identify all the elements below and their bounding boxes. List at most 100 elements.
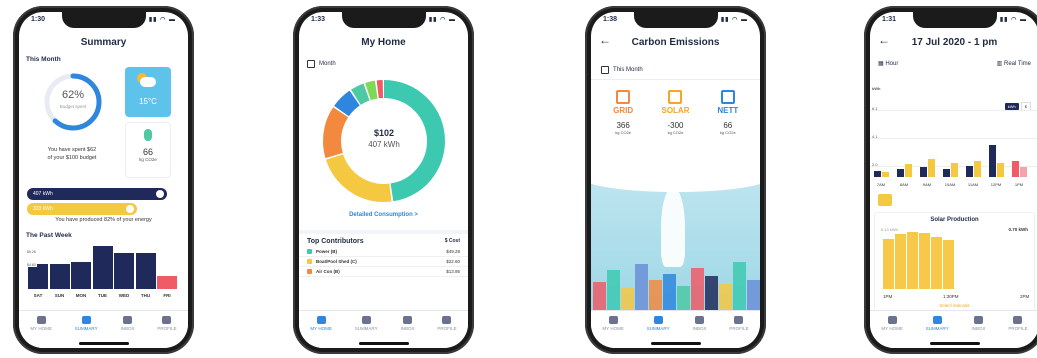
- usage-bar[interactable]: [920, 167, 927, 177]
- solar-icon: [668, 90, 683, 104]
- week-bar[interactable]: [135, 253, 156, 289]
- select-intervals[interactable]: Select intervals: [875, 303, 1034, 308]
- unit-toggle[interactable]: kWh $: [1004, 102, 1031, 111]
- week-chart[interactable]: SAT SUN MON TUE WED THU FRI $9.26 $4.63: [26, 242, 178, 298]
- toggle-kwh[interactable]: kWh: [1004, 103, 1019, 110]
- solar-production-bar[interactable]: [931, 237, 942, 289]
- color-swatch: [307, 249, 312, 254]
- tab-my-home[interactable]: MY HOME: [881, 316, 903, 348]
- notch: [61, 12, 146, 28]
- home-indicator[interactable]: [929, 342, 980, 345]
- budget-percent: 62%: [61, 89, 85, 101]
- tab-label: MY HOME: [30, 326, 52, 331]
- week-bar[interactable]: [92, 246, 113, 289]
- back-arrow-icon[interactable]: ←: [878, 33, 890, 47]
- plus-icon: [156, 190, 164, 198]
- x-tick-label: 10AM: [944, 182, 956, 187]
- interval-row: ▦ Hour ▥ Real Time: [878, 60, 1031, 67]
- solar-production-bar[interactable]: [883, 238, 894, 289]
- home-indicator[interactable]: [78, 342, 129, 345]
- cloud-icon: [140, 77, 156, 87]
- tab-label: PROFILE: [157, 326, 177, 331]
- hour-selector[interactable]: ▦ Hour: [878, 60, 898, 67]
- signal-icon: ▮▮ ◠ ▬: [148, 17, 176, 23]
- clock: 1:31: [882, 16, 897, 23]
- color-swatch: [307, 259, 312, 264]
- building: [593, 282, 606, 310]
- solar-production-bar[interactable]: [907, 231, 918, 289]
- solar-bar[interactable]: [997, 162, 1004, 177]
- detailed-consumption-link[interactable]: Detailed Consumption >: [299, 212, 468, 218]
- solar-production-bar[interactable]: [943, 240, 954, 289]
- usage-bar[interactable]: [966, 165, 973, 177]
- back-arrow-icon[interactable]: ←: [599, 33, 611, 47]
- screen: 1:30 ▮▮ ◠ ▬ Summary This Month 62% Budget…: [19, 12, 188, 348]
- hourly-chart[interactable]: kWh kWh $ 6.1 4.1 2.0 7AM 8AM 9AM 10AM 11AM 12PM 1…: [870, 84, 1037, 189]
- solar-bar[interactable]: [905, 164, 912, 177]
- home-indicator[interactable]: [650, 342, 701, 345]
- emission-label: NETT: [717, 106, 739, 115]
- x-tick-label: 1PM: [1014, 182, 1024, 187]
- home-icon: [316, 316, 326, 324]
- title-text: Carbon Emissions: [631, 36, 720, 48]
- solar-bar[interactable]: [951, 162, 958, 177]
- tab-my-home[interactable]: MY HOME: [310, 316, 332, 348]
- budget-card[interactable]: 62% Budget spent You have spent $62 of yo…: [23, 64, 121, 180]
- week-bar[interactable]: [49, 264, 70, 289]
- week-bar[interactable]: [71, 262, 91, 289]
- tab-my-home[interactable]: MY HOME: [602, 316, 624, 348]
- contributor-row[interactable]: Power (B) $49.28: [299, 247, 468, 257]
- tab-my-home[interactable]: MY HOME: [30, 316, 52, 348]
- notch: [341, 12, 426, 28]
- co2-card[interactable]: 66 kg CO2e: [125, 122, 171, 178]
- period-selector[interactable]: Month: [307, 60, 336, 68]
- usage-bar[interactable]: [943, 169, 950, 177]
- produced-energy-bar[interactable]: 333 kWh: [27, 203, 137, 215]
- tab-profile[interactable]: PROFILE: [437, 316, 457, 348]
- screen: 1:33 ▮▮ ◠ ▬ My Home Month $102 407 kWh De…: [299, 12, 468, 348]
- usage-bar[interactable]: [1012, 161, 1019, 177]
- grid-line: [870, 110, 1037, 111]
- week-bar[interactable]: [157, 275, 177, 289]
- co2-value: 66: [142, 147, 153, 157]
- solar-production-bar[interactable]: [895, 234, 906, 289]
- solar-bar[interactable]: [1020, 167, 1027, 177]
- usage-bar[interactable]: [874, 170, 881, 177]
- tab-profile[interactable]: PROFILE: [1008, 316, 1028, 348]
- spent-line1: You have spent $62: [47, 147, 97, 153]
- spent-line2: of your $100 budget: [47, 155, 97, 161]
- used-energy-bar[interactable]: 407 kWh: [27, 188, 167, 200]
- week-value-label: $9.26: [26, 250, 37, 254]
- page-title: Summary: [80, 36, 127, 48]
- sun-icon[interactable]: [878, 194, 892, 206]
- contributor-row[interactable]: Boat/Pool Shed (C) $22.60: [299, 257, 468, 267]
- week-bar[interactable]: [114, 253, 134, 289]
- contributor-row[interactable]: Air Con (B) $13.95: [299, 267, 468, 277]
- used-kwh: 407 kWh: [33, 191, 53, 197]
- realtime-button[interactable]: ▥ Real Time: [997, 60, 1031, 67]
- week-bar[interactable]: [28, 264, 48, 289]
- signal-icon: ▮▮ ◠ ▬: [999, 17, 1027, 23]
- solar-bar[interactable]: [928, 159, 935, 177]
- solar-bar[interactable]: [974, 161, 981, 177]
- solar-bar[interactable]: [882, 172, 889, 177]
- tab-profile[interactable]: PROFILE: [157, 316, 177, 348]
- contributors-title: Top Contributors: [307, 238, 364, 245]
- smoke-shape: [661, 187, 685, 267]
- home-indicator[interactable]: [358, 342, 409, 345]
- weather-card[interactable]: 15°C: [125, 67, 171, 117]
- solar-production-bar[interactable]: [919, 233, 930, 289]
- top-contributors: Top Contributors $ Cost Power (B) $49.28 Bo…: [299, 230, 468, 306]
- usage-bar[interactable]: [897, 169, 904, 177]
- emission-nett[interactable]: NETT 66 kg CO2e: [705, 90, 751, 135]
- tab-profile[interactable]: PROFILE: [729, 316, 749, 348]
- emission-grid[interactable]: GRID 366 kg CO2e: [600, 90, 646, 135]
- x-tick-label: 9AM: [922, 182, 932, 187]
- profile-icon: [442, 316, 452, 324]
- period-selector[interactable]: This Month: [591, 60, 760, 80]
- inbox-icon: [402, 316, 412, 324]
- footprint-icon: [144, 129, 152, 141]
- signal-icon: ▮▮ ◠ ▬: [720, 17, 748, 23]
- usage-bar[interactable]: [989, 145, 996, 177]
- emission-solar[interactable]: SOLAR -300 kg CO2e: [652, 90, 698, 135]
